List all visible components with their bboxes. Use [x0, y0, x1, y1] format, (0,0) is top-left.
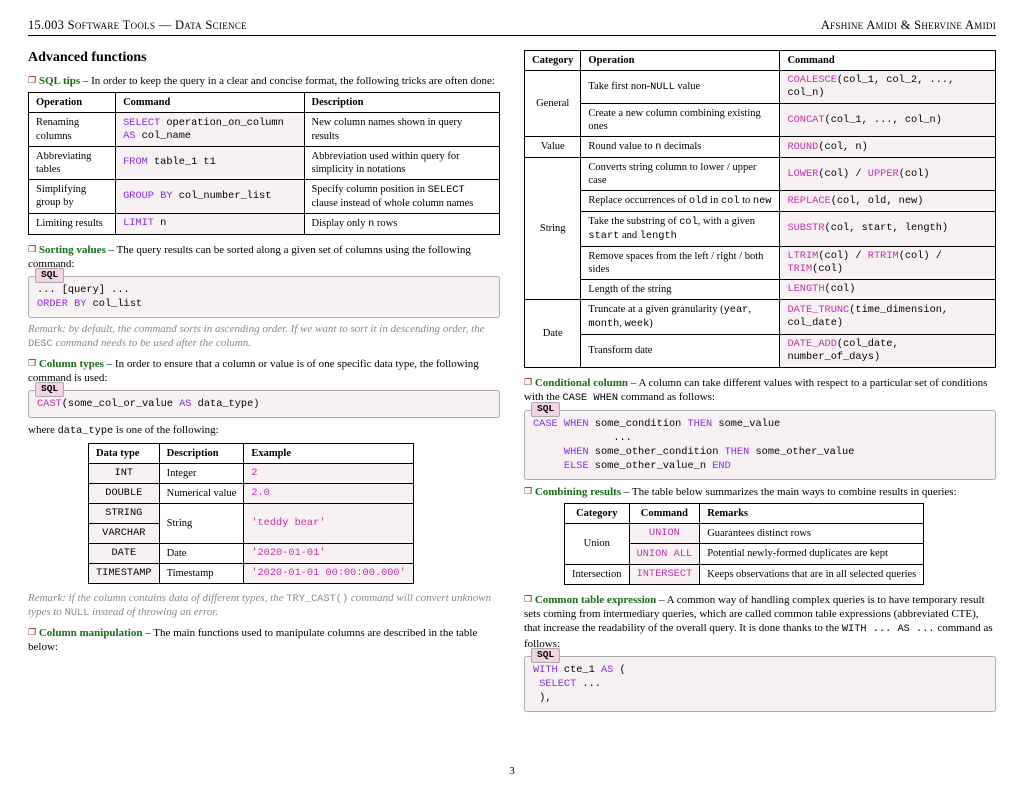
header-right: Afshine Amidi & Shervine Amidi — [821, 18, 996, 33]
sql-tips-table: Operation Command Description Renaming c… — [28, 92, 500, 234]
bookmark-icon: ❐ — [28, 627, 36, 637]
right-column: Category Operation Command General Take … — [524, 46, 996, 717]
bookmark-icon: ❐ — [524, 594, 532, 604]
combine-intro: ❐ Combining results – The table below su… — [524, 485, 996, 499]
bookmark-icon: ❐ — [28, 358, 36, 368]
bookmark-icon: ❐ — [524, 377, 532, 387]
page-header: 15.003 Software Tools — Data Science Afs… — [28, 18, 996, 36]
bookmark-icon: ❐ — [524, 486, 532, 496]
cast-code: SQL CAST(some_col_or_value AS data_type) — [28, 390, 500, 418]
casewhen-code: SQL CASE WHEN some_condition THEN some_v… — [524, 410, 996, 480]
conditional-intro: ❐ Conditional column – A column can take… — [524, 376, 996, 406]
sql-tips-intro: ❐ SQL tips – In order to keep the query … — [28, 74, 500, 88]
page-number: 3 — [509, 765, 515, 777]
bookmark-icon: ❐ — [28, 75, 36, 85]
section-title: Advanced functions — [28, 50, 500, 66]
colmanip-table: Category Operation Command General Take … — [524, 50, 996, 368]
cte-code: SQL WITH cte_1 AS ( SELECT ... ), — [524, 656, 996, 712]
header-left: 15.003 Software Tools — Data Science — [28, 18, 247, 33]
sorting-code: SQL ... [query] ... ORDER BY col_list — [28, 276, 500, 318]
coltypes-intro: ❐ Column types – In order to ensure that… — [28, 357, 500, 386]
cte-intro: ❐ Common table expression – A common way… — [524, 593, 996, 651]
combine-table: Category Command Remarks Union UNION Gua… — [564, 503, 924, 585]
bookmark-icon: ❐ — [28, 244, 36, 254]
coltypes-remark: Remark: if the column contains data of d… — [28, 592, 500, 620]
datatype-table: Data type Description Example INTInteger… — [88, 443, 414, 584]
sorting-intro: ❐ Sorting values – The query results can… — [28, 243, 500, 272]
colmanip-intro: ❐ Column manipulation – The main functio… — [28, 626, 500, 655]
sorting-remark: Remark: by default, the command sorts in… — [28, 323, 500, 351]
left-column: Advanced functions ❐ SQL tips – In order… — [28, 46, 500, 717]
